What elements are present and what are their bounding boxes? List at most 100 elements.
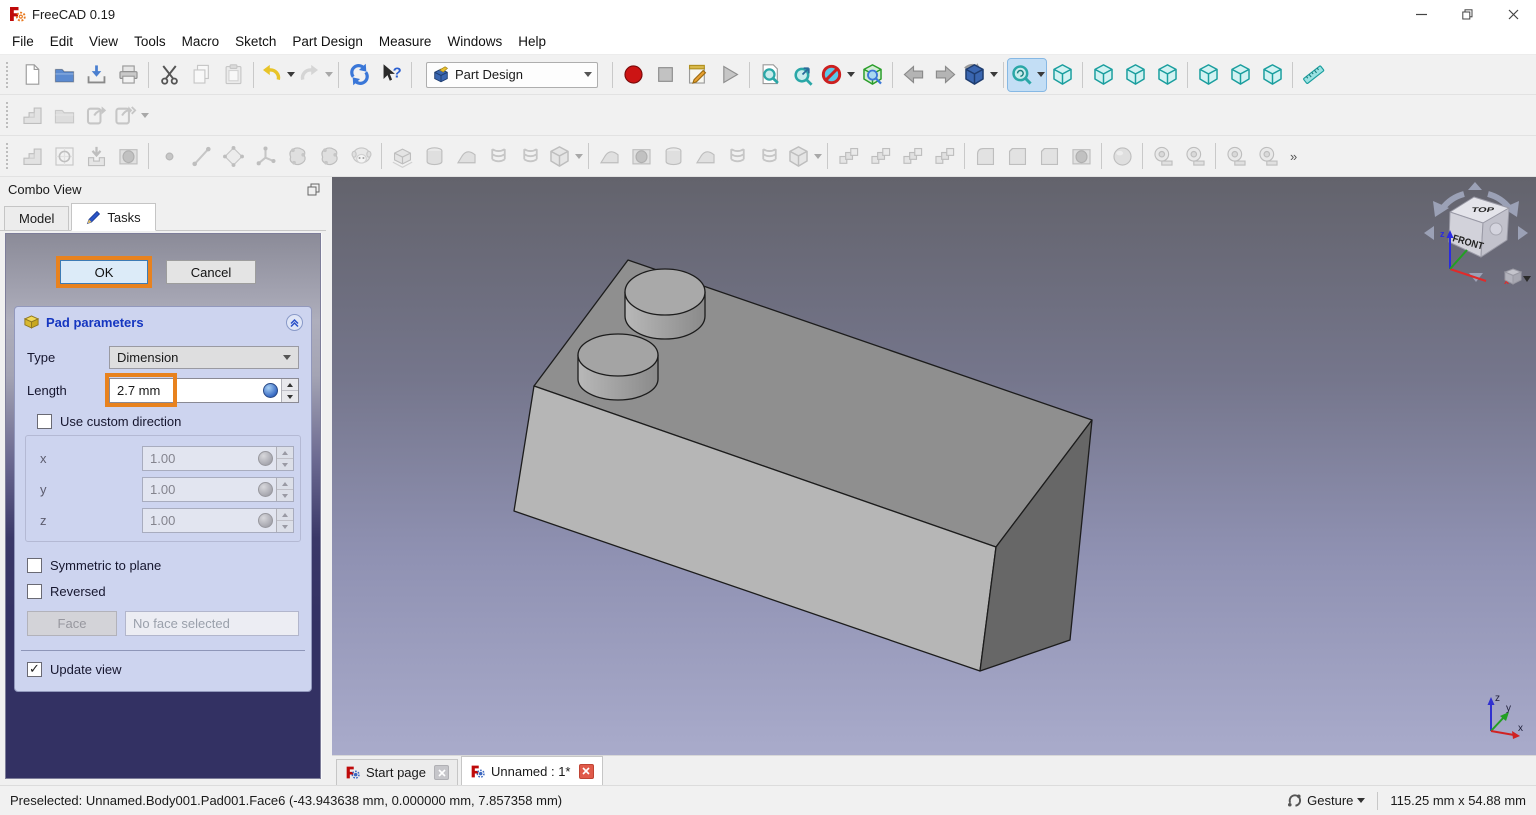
menu-windows[interactable]: Windows <box>439 31 510 52</box>
dropdown-arrow-icon[interactable] <box>814 154 822 159</box>
view-rear-button[interactable] <box>1192 59 1224 91</box>
tab-unnamed-document[interactable]: Unnamed : 1* <box>461 756 603 785</box>
menu-measure[interactable]: Measure <box>371 31 440 52</box>
navcube-settings-cube[interactable] <box>1505 269 1531 284</box>
toolbar-separator <box>1215 143 1216 169</box>
brick-stud-front-top <box>578 334 658 376</box>
zoom-fit-button[interactable] <box>1008 59 1046 91</box>
box-zoom-button[interactable] <box>856 59 888 91</box>
type-dropdown[interactable]: Dimension <box>109 346 299 369</box>
print-button[interactable] <box>112 59 144 91</box>
linear-pattern-button <box>864 140 896 172</box>
axis-indicator: z y x <box>1480 689 1524 739</box>
menu-bar: File Edit View Tools Macro Sketch Part D… <box>0 28 1536 55</box>
brick-model[interactable] <box>332 177 1536 755</box>
pad-button <box>386 140 418 172</box>
menu-tools[interactable]: Tools <box>126 31 174 52</box>
expression-editor-icon[interactable] <box>263 383 278 398</box>
menu-view[interactable]: View <box>81 31 126 52</box>
dropdown-arrow-icon[interactable] <box>990 72 998 77</box>
tab-tasks[interactable]: Tasks <box>71 203 155 231</box>
view-left-button[interactable] <box>1256 59 1288 91</box>
view-top-button[interactable] <box>1119 59 1151 91</box>
close-tab-icon[interactable] <box>434 765 449 780</box>
tab-start-page[interactable]: Start page <box>336 759 458 785</box>
home-view-button[interactable] <box>961 59 999 91</box>
update-view-checkbox[interactable] <box>27 662 42 677</box>
toolbar-handle[interactable] <box>6 62 12 88</box>
float-panel-button[interactable] <box>307 183 320 196</box>
open-file-button[interactable] <box>48 59 80 91</box>
toolbar-separator <box>612 62 613 88</box>
navigation-cube[interactable]: TOP FRONT z x <box>1420 181 1532 293</box>
datum-plane-button <box>217 140 249 172</box>
datum-line-button <box>185 140 217 172</box>
3d-viewport[interactable]: TOP FRONT z x <box>332 177 1536 755</box>
nav-forward-button[interactable] <box>929 59 961 91</box>
dropdown-arrow-icon[interactable] <box>287 72 295 77</box>
fit-all-button[interactable] <box>754 59 786 91</box>
dropdown-arrow-icon[interactable] <box>847 72 855 77</box>
refresh-measurements-button <box>1220 140 1252 172</box>
svg-text:z: z <box>1440 229 1445 239</box>
length-spinner[interactable] <box>281 379 298 402</box>
reversed-checkbox[interactable] <box>27 584 42 599</box>
macro-edit-button[interactable] <box>681 59 713 91</box>
fit-selection-button[interactable] <box>786 59 818 91</box>
toolbar-handle[interactable] <box>6 102 12 128</box>
use-custom-direction-checkbox[interactable] <box>37 414 52 429</box>
close-button[interactable] <box>1490 0 1536 28</box>
tab-model[interactable]: Model <box>4 206 69 230</box>
nav-style-selector[interactable]: Gesture <box>1286 792 1365 809</box>
undo-button[interactable] <box>258 59 296 91</box>
toolbar-separator <box>1003 62 1004 88</box>
expression-editor-icon <box>258 513 273 528</box>
ok-button[interactable]: OK <box>60 260 148 284</box>
toolbar-handle[interactable] <box>6 143 12 169</box>
ok-button-highlight: OK <box>56 256 152 288</box>
whats-this-button[interactable]: ? <box>375 59 407 91</box>
thickness-button <box>1065 140 1097 172</box>
save-file-button[interactable] <box>80 59 112 91</box>
view-axonometric-button[interactable] <box>1046 59 1078 91</box>
menu-edit[interactable]: Edit <box>42 31 81 52</box>
macro-stop-button[interactable] <box>649 59 681 91</box>
menu-macro[interactable]: Macro <box>174 31 228 52</box>
clipping-plane-button[interactable] <box>818 59 856 91</box>
menu-help[interactable]: Help <box>510 31 554 52</box>
measure-ruler-button[interactable] <box>1297 59 1329 91</box>
panel-title: Combo View <box>8 182 81 197</box>
menu-part-design[interactable]: Part Design <box>284 31 371 52</box>
symmetric-to-plane-checkbox[interactable] <box>27 558 42 573</box>
cancel-button[interactable]: Cancel <box>166 260 256 284</box>
cut-button[interactable] <box>153 59 185 91</box>
dropdown-arrow-icon[interactable] <box>575 154 583 159</box>
restore-button[interactable] <box>1444 0 1490 28</box>
dropdown-arrow-icon[interactable] <box>1037 72 1045 77</box>
menu-file[interactable]: File <box>4 31 42 52</box>
nav-back-button[interactable] <box>897 59 929 91</box>
view-right-button[interactable] <box>1151 59 1183 91</box>
y-input: 1.00 <box>142 477 294 502</box>
collapse-section-button[interactable] <box>286 314 303 331</box>
workbench-selector[interactable]: Part Design <box>426 62 598 88</box>
freecad-logo-icon <box>345 765 360 780</box>
menu-sketch[interactable]: Sketch <box>227 31 284 52</box>
view-front-button[interactable] <box>1087 59 1119 91</box>
length-input[interactable]: 2.7 mm <box>109 378 299 403</box>
refresh-button[interactable] <box>343 59 375 91</box>
dropdown-arrow-icon[interactable] <box>141 113 149 118</box>
new-file-button[interactable] <box>16 59 48 91</box>
dropdown-arrow-icon[interactable] <box>325 72 333 77</box>
axis-x-label: x <box>1518 723 1523 734</box>
freecad-logo-icon <box>8 5 26 23</box>
toolbar-overflow-button[interactable]: » <box>1286 149 1301 164</box>
window-title: FreeCAD 0.19 <box>32 7 115 22</box>
macro-record-button[interactable] <box>617 59 649 91</box>
close-tab-icon[interactable] <box>579 764 594 779</box>
toolbar-separator <box>1187 62 1188 88</box>
view-bottom-button[interactable] <box>1224 59 1256 91</box>
macro-play-button[interactable] <box>713 59 745 91</box>
minimize-button[interactable] <box>1398 0 1444 28</box>
subtractive-pipe-button <box>721 140 753 172</box>
